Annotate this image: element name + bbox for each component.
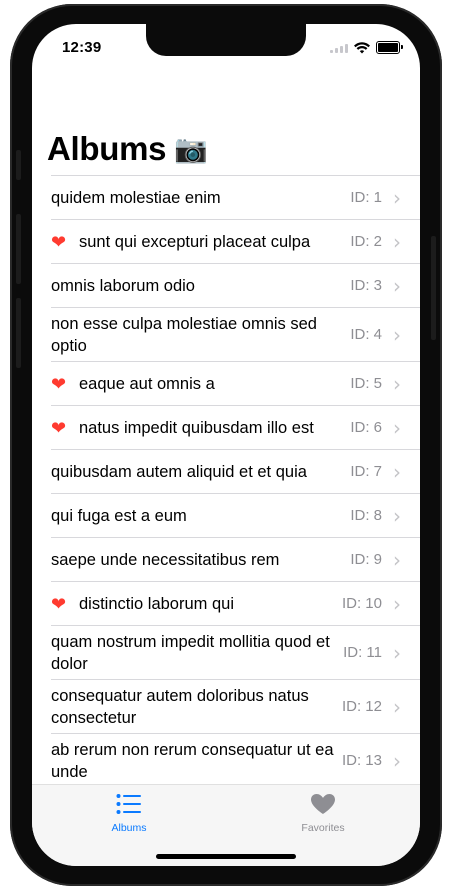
- album-id: ID: 7: [350, 463, 382, 480]
- chevron-right-icon: ›: [393, 547, 401, 572]
- album-title: quibusdam autem aliquid et et quia: [51, 462, 307, 481]
- chevron-right-icon: ›: [393, 694, 401, 719]
- album-id: ID: 11: [343, 644, 382, 661]
- heart-icon: ❤: [51, 373, 67, 394]
- chevron-right-icon: ›: [393, 371, 401, 396]
- album-row[interactable]: consequatur autem doloribus natus consec…: [51, 680, 420, 734]
- battery-icon: [376, 41, 403, 54]
- chevron-right-icon: ›: [393, 459, 401, 484]
- home-indicator[interactable]: [156, 854, 296, 859]
- volume-up-button: [16, 214, 21, 284]
- wifi-icon: [354, 41, 370, 53]
- chevron-right-icon: ›: [393, 415, 401, 440]
- album-row[interactable]: quam nostrum impedit mollitia quod et do…: [51, 626, 420, 680]
- album-title: distinctio laborum qui: [79, 594, 234, 613]
- chevron-right-icon: ›: [393, 185, 401, 210]
- album-row[interactable]: quidem molestiae enim ID: 1 ›: [51, 176, 420, 220]
- album-row[interactable]: ❤ natus impedit quibusdam illo est ID: 6 ›: [51, 406, 420, 450]
- power-button: [431, 236, 436, 340]
- album-id: ID: 9: [350, 551, 382, 568]
- album-id: ID: 10: [341, 595, 382, 612]
- tab-albums[interactable]: Albums: [84, 793, 174, 834]
- tab-favorites-label: Favorites: [301, 822, 345, 834]
- album-title: consequatur autem doloribus natus consec…: [51, 686, 309, 727]
- album-id: ID: 2: [350, 233, 382, 250]
- album-title: saepe unde necessitatibus rem: [51, 550, 280, 569]
- album-title: omnis laborum odio: [51, 276, 195, 295]
- album-title: eaque aut omnis a: [79, 374, 215, 393]
- tab-albums-label: Albums: [111, 822, 147, 834]
- heart-icon: ❤: [51, 593, 67, 614]
- album-row[interactable]: ❤ sunt qui excepturi placeat culpa ID: 2 ›: [51, 220, 420, 264]
- album-id: ID: 4: [350, 326, 382, 343]
- status-icons: [330, 41, 403, 54]
- chevron-right-icon: ›: [393, 273, 401, 298]
- album-id: ID: 8: [350, 507, 382, 524]
- album-list: quidem molestiae enim ID: 1 › ❤ sunt qui exc…: [51, 175, 420, 788]
- album-title: sunt qui excepturi placeat culpa: [79, 232, 311, 251]
- chevron-right-icon: ›: [393, 229, 401, 254]
- heart-icon: ❤: [51, 231, 67, 252]
- album-title: ab rerum non rerum consequatur ut ea und…: [51, 740, 334, 781]
- album-id: ID: 5: [350, 375, 382, 392]
- page-title-text: Albums: [47, 130, 167, 167]
- list-bullet-icon: [116, 794, 141, 814]
- chevron-right-icon: ›: [393, 322, 401, 347]
- album-row[interactable]: omnis laborum odio ID: 3 ›: [51, 264, 420, 308]
- album-row[interactable]: ab rerum non rerum consequatur ut ea und…: [51, 734, 420, 788]
- album-title: natus impedit quibusdam illo est: [79, 418, 314, 437]
- album-title: quidem molestiae enim: [51, 188, 221, 207]
- notch: [146, 24, 306, 56]
- album-id: ID: 1: [350, 189, 382, 206]
- status-time: 12:39: [62, 39, 102, 56]
- album-id: ID: 3: [350, 277, 382, 294]
- album-row[interactable]: qui fuga est a eum ID: 8 ›: [51, 494, 420, 538]
- album-title: non esse culpa molestiae omnis sed optio: [51, 314, 317, 355]
- camera-icon: 📷: [174, 134, 208, 164]
- album-row[interactable]: saepe unde necessitatibus rem ID: 9 ›: [51, 538, 420, 582]
- heart-fill-icon: [311, 794, 335, 814]
- heart-icon: ❤: [51, 417, 67, 438]
- album-row[interactable]: ❤ eaque aut omnis a ID: 5 ›: [51, 362, 420, 406]
- album-row[interactable]: ❤ distinctio laborum qui ID: 10 ›: [51, 582, 420, 626]
- chevron-right-icon: ›: [393, 591, 401, 616]
- page-title: Albums 📷: [47, 130, 208, 168]
- album-id: ID: 12: [341, 698, 382, 715]
- album-title: qui fuga est a eum: [51, 506, 187, 525]
- cellular-signal-icon: [330, 43, 348, 53]
- album-row[interactable]: quibusdam autem aliquid et et quia ID: 7 ›: [51, 450, 420, 494]
- chevron-right-icon: ›: [393, 503, 401, 528]
- chevron-right-icon: ›: [393, 640, 401, 665]
- album-title: quam nostrum impedit mollitia quod et do…: [51, 632, 330, 673]
- tab-favorites[interactable]: Favorites: [278, 793, 368, 834]
- album-row[interactable]: non esse culpa molestiae omnis sed optio…: [51, 308, 420, 362]
- album-id: ID: 6: [350, 419, 382, 436]
- album-id: ID: 13: [341, 752, 382, 769]
- chevron-right-icon: ›: [393, 748, 401, 773]
- volume-down-button: [16, 298, 21, 368]
- mute-switch: [16, 150, 21, 180]
- screen: 12:39 Albums 📷 quidem molestiae enim ID: …: [32, 24, 420, 866]
